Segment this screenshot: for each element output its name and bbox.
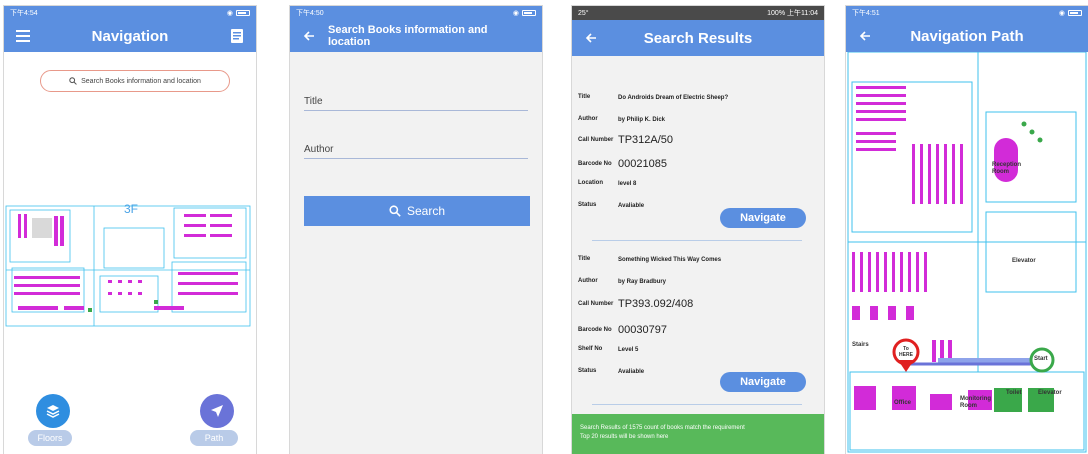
back-arrow-icon[interactable] — [582, 29, 600, 47]
toilet-label: Toilet — [1006, 390, 1022, 396]
battery-icon — [522, 10, 536, 16]
page-title: Navigation — [91, 27, 169, 45]
title-field[interactable]: Title — [304, 96, 528, 111]
shelf-number: Level 5 — [618, 346, 639, 353]
status-right: 100% 上午11:04 — [767, 10, 818, 17]
reception-room-label: Reception Room — [992, 162, 1022, 175]
battery-icon — [236, 10, 250, 16]
search-input[interactable]: Search Books information and location — [40, 70, 230, 92]
elevator-label: Elevator — [1012, 258, 1036, 264]
search-button-label: Search — [406, 204, 446, 218]
battery-icon — [1068, 10, 1082, 16]
search-button[interactable]: Search — [304, 196, 530, 226]
app-bar: Search Results — [572, 20, 824, 56]
back-arrow-icon[interactable] — [856, 27, 874, 45]
status-bar: 下午4:54 ◉ — [4, 6, 256, 20]
search-icon — [389, 205, 401, 217]
page-title: Search Results — [643, 29, 753, 47]
path-screen: 下午4:51 ◉ Navigation Path Reception Room … — [846, 6, 1088, 454]
monitoring-room-label: Monitoring Room — [960, 396, 991, 409]
navigate-button[interactable]: Navigate — [720, 208, 806, 228]
elevator-2-label: Elevator — [1038, 390, 1062, 396]
floor-label: 3F — [124, 202, 139, 216]
document-icon[interactable] — [228, 27, 246, 45]
status-bar: 25° 100% 上午11:04 — [572, 6, 824, 20]
divider — [592, 240, 802, 241]
status: Avaliable — [618, 368, 645, 375]
status-icons: ◉ — [1059, 9, 1082, 17]
app-bar: Navigation — [4, 20, 256, 52]
office-label: Office — [894, 400, 912, 406]
floors-button[interactable] — [36, 394, 70, 428]
book-author: by Philip K. Dick — [618, 116, 666, 123]
menu-icon[interactable] — [14, 27, 32, 45]
stairs-label: Stairs — [852, 342, 869, 348]
status-icons: ◉ — [513, 9, 536, 17]
navigate-button[interactable]: Navigate — [720, 372, 806, 392]
results-screen: 25° 100% 上午11:04 Search Results Title Do … — [572, 6, 824, 454]
status: Avaliable — [618, 202, 645, 209]
call-number: TP312A/50 — [618, 134, 674, 146]
floors-label[interactable]: Floors — [28, 430, 72, 446]
status-time: 下午4:50 — [296, 10, 324, 17]
divider — [592, 404, 802, 405]
path-button[interactable] — [200, 394, 234, 428]
location: level 8 — [618, 180, 637, 187]
status-time: 下午4:54 — [10, 10, 38, 17]
start-label: Start — [1034, 356, 1048, 362]
layers-icon — [46, 405, 60, 418]
page-title: Search Books information and location — [328, 24, 488, 48]
search-placeholder: Search Books information and location — [81, 77, 201, 85]
navigation-screen: 下午4:54 ◉ Navigation Search Books informa… — [4, 6, 256, 454]
results-summary: Search Results of 1575 count of books ma… — [572, 414, 824, 454]
status-icons: ◉ — [227, 9, 250, 17]
book-author: by Ray Bradbury — [618, 278, 667, 285]
page-title: Navigation Path — [910, 27, 1024, 45]
path-label[interactable]: Path — [190, 430, 238, 446]
book-title: Do Androids Dream of Electric Sheep? — [618, 94, 729, 101]
wifi-icon: ◉ — [1058, 10, 1065, 17]
navigation-arrow-icon — [211, 405, 223, 417]
search-screen: 下午4:50 ◉ Search Books information and lo… — [290, 6, 542, 454]
status-bar: 下午4:51 ◉ — [846, 6, 1088, 20]
search-icon — [69, 77, 77, 85]
back-arrow-icon[interactable] — [300, 27, 318, 45]
barcode: 00021085 — [618, 158, 667, 170]
call-number: TP393.092/408 — [618, 298, 694, 310]
app-bar: Search Books information and location — [290, 20, 542, 52]
book-title: Something Wicked This Way Comes — [618, 256, 722, 263]
wifi-icon: ◉ — [512, 10, 519, 17]
author-field[interactable]: Author — [304, 144, 528, 159]
wifi-icon: ◉ — [226, 10, 233, 17]
status-time: 下午4:51 — [852, 10, 880, 17]
status-bar: 下午4:50 ◉ — [290, 6, 542, 20]
to-here-label: To HERE — [899, 346, 913, 358]
app-bar: Navigation Path — [846, 20, 1088, 52]
status-weather: 25° — [578, 9, 589, 17]
barcode: 00030797 — [618, 324, 667, 336]
